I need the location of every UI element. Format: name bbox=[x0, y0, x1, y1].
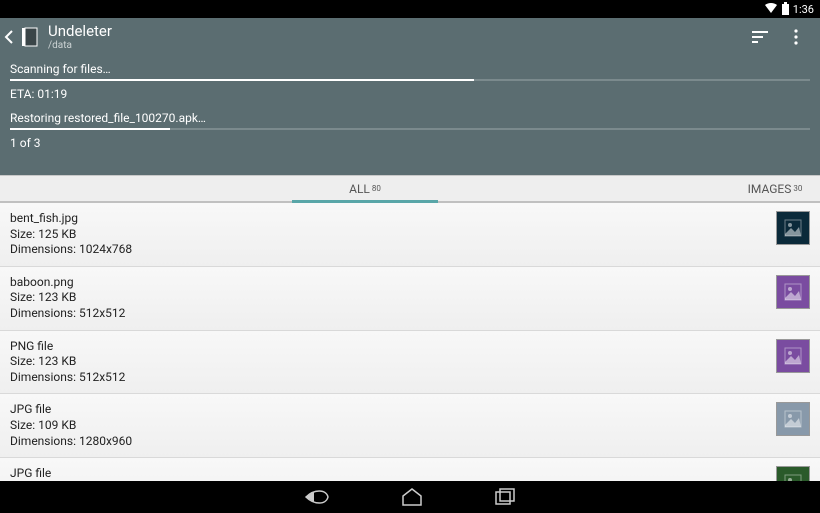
android-nav-bar bbox=[0, 481, 820, 513]
list-item[interactable]: bent_fish.jpgSize: 125 KBDimensions: 102… bbox=[0, 203, 820, 267]
file-name: PNG file bbox=[10, 339, 766, 355]
restore-progress-fill bbox=[10, 128, 170, 130]
eta-text: ETA: 01:19 bbox=[10, 87, 810, 101]
list-item[interactable]: PNG fileSize: 123 KBDimensions: 512x512 bbox=[0, 331, 820, 395]
file-thumbnail bbox=[776, 275, 810, 309]
tab-all-count: 80 bbox=[372, 184, 381, 193]
file-meta: PNG fileSize: 123 KBDimensions: 512x512 bbox=[10, 339, 766, 386]
tab-all[interactable]: ALL 80 bbox=[0, 176, 730, 201]
tab-images-count: 30 bbox=[793, 184, 802, 193]
file-meta: bent_fish.jpgSize: 125 KBDimensions: 102… bbox=[10, 211, 766, 258]
app-title: Undeleter bbox=[48, 23, 112, 40]
restore-count-text: 1 of 3 bbox=[10, 136, 810, 150]
nav-home-button[interactable] bbox=[400, 487, 424, 507]
file-name: JPG file bbox=[10, 402, 766, 418]
file-dimensions: Dimensions: 512x512 bbox=[10, 306, 766, 322]
file-name: JPG file bbox=[10, 466, 766, 481]
nav-back-button[interactable] bbox=[304, 487, 330, 507]
sort-icon bbox=[750, 27, 770, 47]
app-icon bbox=[18, 25, 42, 49]
file-name: baboon.png bbox=[10, 275, 766, 291]
file-meta: JPG fileSize: 109 KBDimensions: 1280x960 bbox=[10, 402, 766, 449]
file-size: Size: 123 KB bbox=[10, 354, 766, 370]
list-item[interactable]: JPG fileSize: 97.11 KBDimensions: 764x93… bbox=[0, 458, 820, 481]
restore-progress-bar bbox=[10, 128, 810, 130]
file-name: bent_fish.jpg bbox=[10, 211, 766, 227]
file-meta: baboon.pngSize: 123 KBDimensions: 512x51… bbox=[10, 275, 766, 322]
android-status-bar: 1:36 bbox=[0, 0, 820, 18]
file-dimensions: Dimensions: 512x512 bbox=[10, 370, 766, 386]
overflow-icon bbox=[786, 27, 806, 47]
nav-recents-icon bbox=[494, 488, 516, 506]
progress-panel: Scanning for files… ETA: 01:19 Restoring… bbox=[0, 56, 820, 175]
file-thumbnail bbox=[776, 402, 810, 436]
back-chevron-icon bbox=[4, 29, 14, 45]
file-list[interactable]: bent_fish.jpgSize: 125 KBDimensions: 102… bbox=[0, 203, 820, 481]
file-dimensions: Dimensions: 1024x768 bbox=[10, 242, 766, 258]
restore-status-text: Restoring restored_file_100270.apk… bbox=[10, 111, 810, 125]
tab-all-label: ALL bbox=[349, 182, 370, 196]
nav-home-icon bbox=[400, 487, 424, 507]
file-size: Size: 109 KB bbox=[10, 418, 766, 434]
nav-back-icon bbox=[304, 487, 330, 507]
list-item[interactable]: baboon.pngSize: 123 KBDimensions: 512x51… bbox=[0, 267, 820, 331]
clock-text: 1:36 bbox=[793, 3, 814, 16]
overflow-menu-button[interactable] bbox=[778, 19, 814, 55]
file-thumbnail bbox=[776, 339, 810, 373]
file-size: Size: 125 KB bbox=[10, 227, 766, 243]
tab-images-label: IMAGES bbox=[748, 182, 792, 196]
list-item[interactable]: JPG fileSize: 109 KBDimensions: 1280x960 bbox=[0, 394, 820, 458]
scan-progress-bar bbox=[10, 79, 810, 81]
file-dimensions: Dimensions: 1280x960 bbox=[10, 434, 766, 450]
tab-bar: ALL 80 IMAGES 30 bbox=[0, 175, 820, 203]
sort-button[interactable] bbox=[742, 19, 778, 55]
scan-status-text: Scanning for files… bbox=[10, 62, 810, 76]
app-subtitle: /data bbox=[48, 40, 112, 51]
action-bar: Undeleter /data bbox=[0, 18, 820, 56]
wifi-icon bbox=[764, 2, 778, 16]
up-nav-button[interactable]: Undeleter /data bbox=[4, 23, 112, 51]
file-meta: JPG fileSize: 97.11 KBDimensions: 764x93… bbox=[10, 466, 766, 481]
battery-icon bbox=[782, 4, 789, 15]
scan-progress-fill bbox=[10, 79, 474, 81]
file-thumbnail bbox=[776, 211, 810, 245]
tab-images[interactable]: IMAGES 30 bbox=[730, 176, 820, 201]
file-size: Size: 123 KB bbox=[10, 290, 766, 306]
nav-recents-button[interactable] bbox=[494, 488, 516, 506]
file-thumbnail bbox=[776, 466, 810, 481]
